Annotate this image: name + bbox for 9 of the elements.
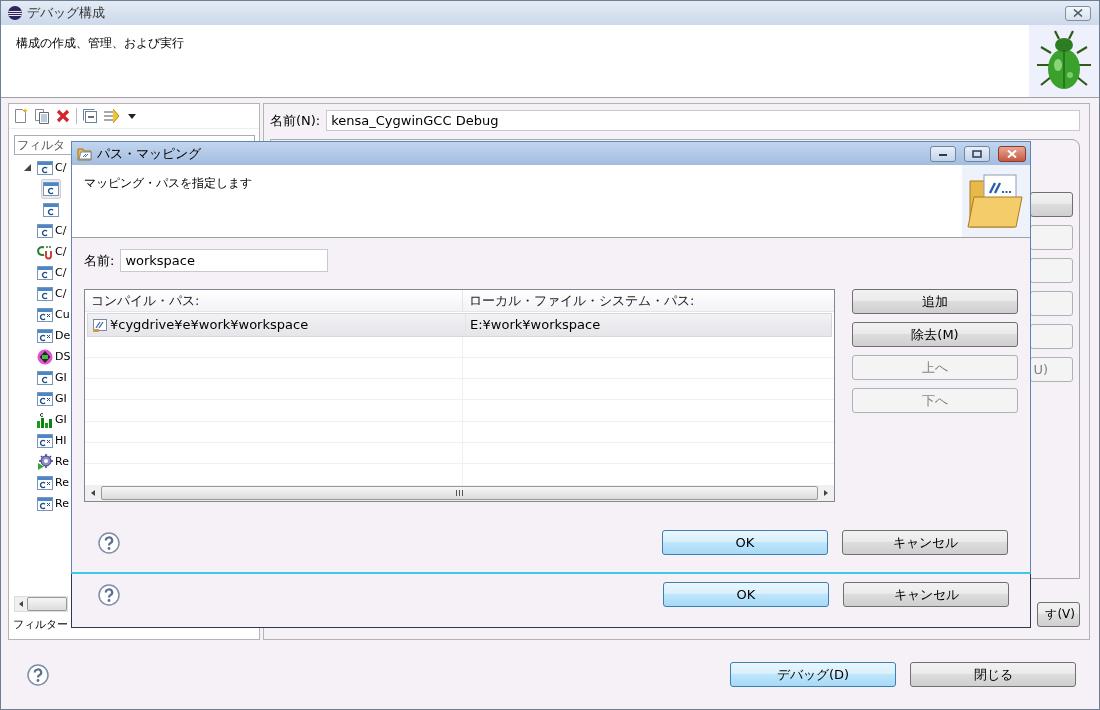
filter-status: フィルター <box>12 617 69 633</box>
table-cell: E:¥work¥workspace <box>470 317 601 333</box>
dialog-title: パス・マッピング <box>97 144 201 163</box>
name-label: 名前: <box>84 251 115 270</box>
window-title: デバッグ構成 <box>27 4 105 22</box>
name-label: 名前(N): <box>270 111 321 130</box>
table-cell: ¥cygdrive¥e¥work¥workspace <box>110 317 309 333</box>
header-message: 構成の作成、管理、および実行 <box>15 35 184 52</box>
dialog-message: マッピング・パスを指定します <box>83 175 252 192</box>
